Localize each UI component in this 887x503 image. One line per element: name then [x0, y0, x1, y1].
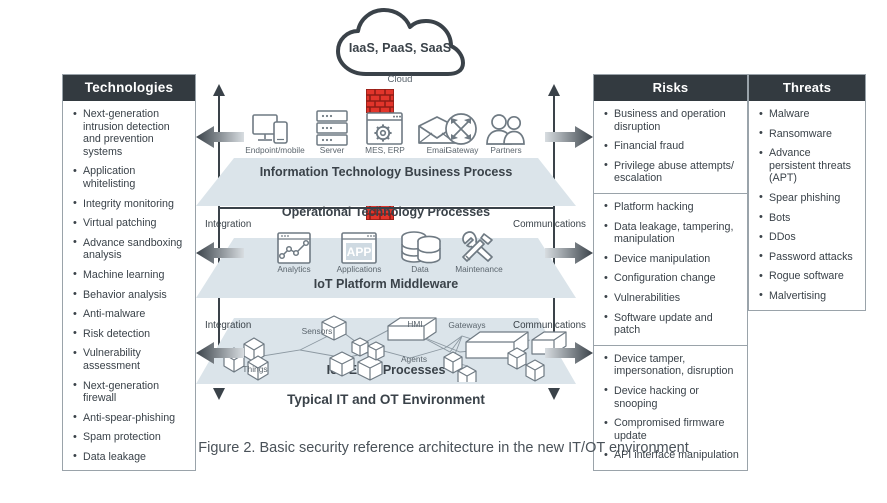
- list-item: Platform hacking: [604, 200, 739, 214]
- label-integration-top: Integration: [205, 219, 252, 230]
- list-item: Behavior analysis: [73, 288, 187, 302]
- list-item: Password attacks: [759, 250, 857, 264]
- threats-list: Malware Ransomware Advance persistent th…: [759, 108, 857, 303]
- list-item: Financial fraud: [604, 140, 739, 153]
- arrow-left-ot: [196, 240, 244, 271]
- technologies-title: Technologies: [63, 75, 195, 101]
- data-label: Data: [411, 264, 429, 274]
- list-item: Vulnerability assessment: [73, 347, 187, 372]
- maintenance-label: Maintenance: [455, 264, 503, 274]
- list-item: Risk detection: [73, 327, 187, 341]
- list-item: Device manipulation: [604, 252, 739, 266]
- list-item: Device hacking or snooping: [604, 384, 739, 410]
- label-communications-bottom: Communications: [513, 320, 586, 331]
- edge-label-gateways: Gateways: [448, 320, 486, 330]
- cloud-label: IaaS, PaaS, SaaS: [348, 41, 452, 55]
- threats-body: Malware Ransomware Advance persistent th…: [749, 101, 865, 310]
- arrow-left-edge: [196, 340, 244, 371]
- list-item: Bots: [759, 211, 857, 225]
- partners-label: Partners: [490, 145, 522, 155]
- list-item: Virtual patching: [73, 217, 187, 230]
- list-item: Data leakage, tampering, manipulation: [604, 220, 739, 246]
- layer-ot-band-title: Operational Technology Processes: [281, 205, 491, 219]
- risks-list-it: Business and operation disruption Financ…: [604, 107, 739, 185]
- list-item: Advance persistent threats (APT): [759, 147, 857, 185]
- firewall-icon-top: [365, 88, 395, 114]
- list-item: Configuration change: [604, 272, 739, 285]
- bottom-title: Typical IT and OT Environment: [287, 392, 485, 407]
- list-item: Ransomware: [759, 127, 857, 141]
- list-item: Business and operation disruption: [604, 107, 739, 133]
- list-item: Advance sandboxing analysis: [73, 236, 187, 262]
- list-item: Malware: [759, 108, 857, 121]
- threats-panel: Threats Malware Ransomware Advance persi…: [748, 74, 866, 311]
- list-item: Device tamper, impersonation, disruption: [604, 352, 739, 378]
- figure-canvas: IaaS, PaaS, SaaS Cloud Information Techn…: [0, 0, 887, 503]
- technologies-list: Next-generation intrusion detection and …: [73, 107, 187, 463]
- layer-ot-title: IoT Platform Middleware: [313, 277, 459, 291]
- label-communications-top: Communications: [513, 219, 586, 230]
- arrow-right-ot: [545, 240, 593, 271]
- cloud-caption: Cloud: [387, 74, 413, 85]
- layer-it-title: Information Technology Business Process: [259, 165, 513, 179]
- list-item: Software update and patch: [604, 311, 739, 337]
- edge-label-sensors: Sensors: [301, 326, 333, 336]
- list-item: Next-generation intrusion detection and …: [73, 107, 187, 158]
- list-item: DDos: [759, 231, 857, 244]
- risks-section-it: Business and operation disruption Financ…: [594, 101, 747, 193]
- list-item: Vulnerabilities: [604, 291, 739, 305]
- list-item: Machine learning: [73, 268, 187, 282]
- arrow-right-edge: [545, 340, 593, 371]
- arrow-up-right: [546, 84, 562, 105]
- mes-erp-label: MES, ERP: [365, 145, 405, 155]
- list-item: Compromised firmware update: [604, 417, 739, 442]
- risks-list-ot: Platform hacking Data leakage, tampering…: [604, 200, 739, 337]
- figure-caption: Figure 2. Basic security reference archi…: [198, 440, 689, 456]
- label-integration-bottom: Integration: [205, 320, 252, 331]
- server-label: Server: [319, 145, 345, 155]
- risks-title: Risks: [594, 75, 747, 101]
- technologies-panel: Technologies Next-generation intrusion d…: [62, 74, 196, 472]
- edge-label-agents: Agents: [400, 354, 428, 364]
- list-item: Rogue software: [759, 270, 857, 283]
- applications-label: Applications: [336, 264, 382, 274]
- analytics-label: Analytics: [277, 264, 311, 274]
- risks-panel: Risks Business and operation disruption …: [593, 74, 748, 471]
- list-item: Anti-spear-phishing: [73, 411, 187, 425]
- arrow-right-it: [545, 124, 593, 155]
- arrow-left-it: [196, 124, 244, 155]
- list-item: Anti-malware: [73, 308, 187, 321]
- risks-section-ot: Platform hacking Data leakage, tampering…: [594, 192, 747, 345]
- list-item: Integrity monitoring: [73, 197, 187, 211]
- list-item: Spear phishing: [759, 191, 857, 205]
- app-icon-text: APP: [347, 245, 372, 259]
- list-item: Application whitelisting: [73, 165, 187, 190]
- edge-label-hmi: HMI: [407, 319, 423, 329]
- endpoint-mobile-label: Endpoint/mobile: [245, 145, 305, 155]
- arrow-up-left: [211, 84, 227, 105]
- list-item: Next-generation firewall: [73, 379, 187, 405]
- list-item: Malvertising: [759, 289, 857, 303]
- technologies-body: Next-generation intrusion detection and …: [63, 101, 195, 470]
- cloud-shape: IaaS, PaaS, SaaS: [330, 8, 470, 80]
- list-item: Privilege abuse attempts/ escalation: [604, 159, 739, 185]
- threats-title: Threats: [749, 75, 865, 101]
